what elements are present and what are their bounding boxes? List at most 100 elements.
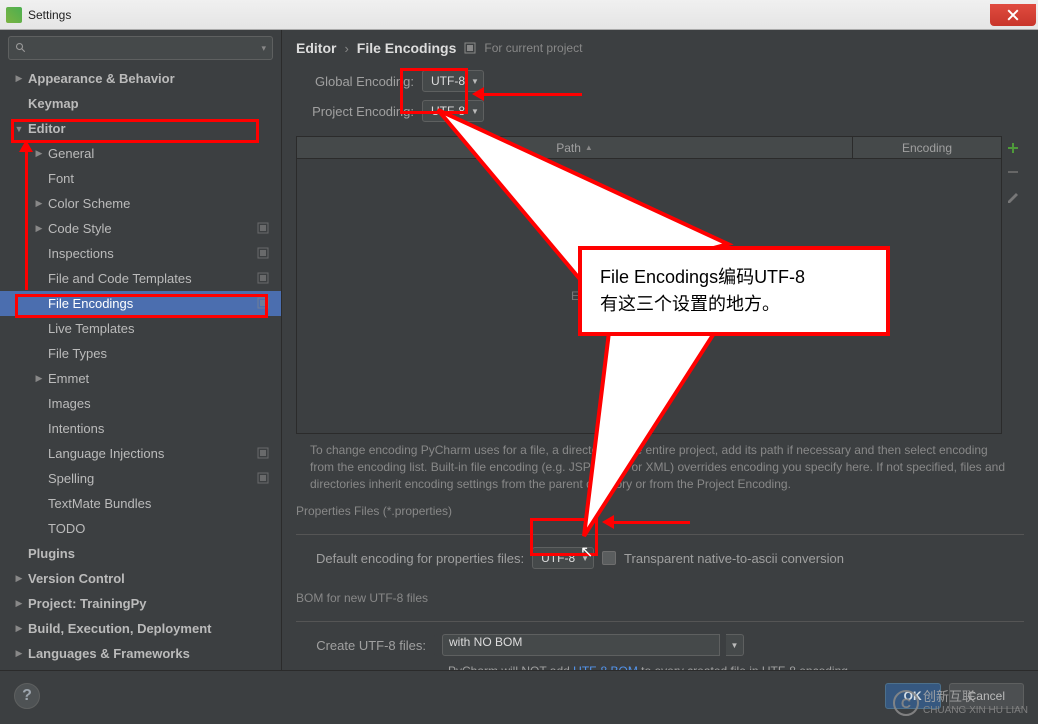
sidebar-item-editor[interactable]: ▼Editor [0,116,281,141]
sidebar-item-code-style[interactable]: ▶ Code Style [0,216,281,241]
tree-arrow-icon: ▼ [14,124,24,134]
sidebar-item-appearance-behavior[interactable]: ▶ Appearance & Behavior [0,66,281,91]
sidebar-item-label: File Types [48,346,281,361]
sidebar-item-plugins[interactable]: Plugins [0,541,281,566]
sidebar: ▾ ▶ Appearance & Behavior Keymap▼Editor ▶ Ge… [0,30,282,670]
default-props-encoding-dropdown[interactable]: UTF-8▼ [532,547,594,569]
tree-arrow-icon: ▶ [34,198,44,209]
sidebar-item-file-and-code-templates[interactable]: File and Code Templates [0,266,281,291]
sidebar-item-intentions[interactable]: Intentions [0,416,281,441]
sidebar-item-label: General [48,146,281,161]
sidebar-item-build-execution-deployment[interactable]: ▶Build, Execution, Deployment [0,616,281,641]
bom-note: PyCharm will NOT add UTF-8 BOM to every … [448,664,1024,670]
window-title: Settings [28,8,71,22]
sidebar-item-label: Inspections [48,246,257,261]
sidebar-item-todo[interactable]: TODO [0,516,281,541]
sidebar-item-label: Spelling [48,471,257,486]
sidebar-item-keymap[interactable]: Keymap [0,91,281,116]
project-scope-icon [464,42,476,54]
remove-row-button[interactable] [1005,164,1021,180]
tree-arrow-icon: ▶ [14,73,24,84]
breadcrumb-sep: › [344,41,348,56]
chevron-down-icon: ▾ [261,43,266,54]
close-button[interactable] [990,4,1036,26]
properties-section-label: Properties Files (*.properties) [296,504,1024,518]
sidebar-item-label: Languages & Frameworks [28,646,281,661]
global-encoding-dropdown[interactable]: UTF-8▼ [422,70,484,92]
watermark: C 创新互联 CHUANG XIN HU LIAN [893,690,1028,716]
chevron-down-icon: ▼ [471,107,479,116]
sidebar-item-language-injections[interactable]: Language Injections [0,441,281,466]
table-header-encoding[interactable]: Encoding [853,137,1001,158]
sidebar-item-color-scheme[interactable]: ▶ Color Scheme [0,191,281,216]
project-scope-icon [257,472,271,486]
utf8-bom-link[interactable]: UTF-8 BOM [573,664,638,670]
tree-arrow-icon: ▶ [34,223,44,234]
settings-tree: ▶ Appearance & Behavior Keymap▼Editor ▶ Gene… [0,66,281,670]
sidebar-item-file-encodings[interactable]: File Encodings [0,291,281,316]
create-utf8-dropdown[interactable]: with NO BOM ▼ [434,634,748,656]
sidebar-item-label: Plugins [28,546,281,561]
sidebar-item-label: File and Code Templates [48,271,257,286]
project-scope-icon [257,447,271,461]
breadcrumb-root[interactable]: Editor [296,40,336,56]
add-row-button[interactable] [1005,140,1021,156]
search-icon [15,42,27,54]
watermark-logo-icon: C [893,690,919,716]
tree-arrow-icon: ▶ [14,623,24,634]
sidebar-item-images[interactable]: Images [0,391,281,416]
table-header-path[interactable]: Path▲ [297,137,853,158]
sidebar-item-version-control[interactable]: ▶ Version Control [0,566,281,591]
sidebar-item-live-templates[interactable]: Live Templates [0,316,281,341]
tree-arrow-icon: ▶ [34,148,44,159]
sidebar-item-label: TODO [48,521,281,536]
titlebar: Settings [0,0,1038,30]
settings-panel: Editor › File Encodings For current proj… [282,30,1038,670]
sidebar-item-file-types[interactable]: File Types [0,341,281,366]
sidebar-item-project-trainingpy[interactable]: ▶Project: TrainingPy [0,591,281,616]
sidebar-item-emmet[interactable]: ▶ Emmet [0,366,281,391]
tree-arrow-icon: ▶ [34,373,44,384]
tree-arrow-icon: ▶ [14,573,24,584]
help-button[interactable]: ? [14,683,40,709]
transparent-n2a-label: Transparent native-to-ascii conversion [624,551,844,566]
sidebar-item-spelling[interactable]: Spelling [0,466,281,491]
app-icon [6,7,22,23]
sidebar-item-label: Live Templates [48,321,281,336]
table-empty-text: Encodings are not configured [297,159,1001,433]
sidebar-item-label: Appearance & Behavior [28,71,281,86]
sidebar-item-label: Code Style [48,221,257,236]
transparent-n2a-checkbox[interactable] [602,551,616,565]
project-scope-icon [257,272,271,286]
project-encoding-label: Project Encoding: [296,104,414,119]
project-scope-icon [257,247,271,261]
breadcrumb-leaf: File Encodings [357,40,457,56]
sidebar-item-label: Color Scheme [48,196,281,211]
sidebar-item-label: Version Control [28,571,281,586]
dialog-footer: ? OK Cancel [0,670,1038,720]
sidebar-item-inspections[interactable]: Inspections [0,241,281,266]
sidebar-item-label: Emmet [48,371,281,386]
sidebar-item-label: Intentions [48,421,281,436]
sidebar-item-font[interactable]: Font [0,166,281,191]
edit-row-button[interactable] [1005,188,1021,204]
bom-section-label: BOM for new UTF-8 files [296,591,1024,605]
search-input[interactable] [31,41,257,55]
global-encoding-label: Global Encoding: [296,74,414,89]
tree-arrow-icon: ▶ [14,598,24,609]
sidebar-item-label: Images [48,396,281,411]
project-encoding-dropdown[interactable]: UTF-8▼ [422,100,484,122]
sidebar-item-textmate-bundles[interactable]: TextMate Bundles [0,491,281,516]
default-props-encoding-label: Default encoding for properties files: [316,551,524,566]
sidebar-item-label: Font [48,171,281,186]
sidebar-item-languages-frameworks[interactable]: ▶Languages & Frameworks [0,641,281,666]
chevron-down-icon: ▼ [471,77,479,86]
project-scope-icon [257,222,271,236]
breadcrumb: Editor › File Encodings For current proj… [296,40,1024,56]
project-scope-icon [257,297,271,311]
search-bar[interactable]: ▾ [8,36,273,60]
close-icon [1007,9,1019,21]
encoding-table: Path▲ Encoding Encodings are not configu… [296,136,1002,434]
chevron-down-icon: ▼ [581,554,589,563]
sidebar-item-general[interactable]: ▶ General [0,141,281,166]
